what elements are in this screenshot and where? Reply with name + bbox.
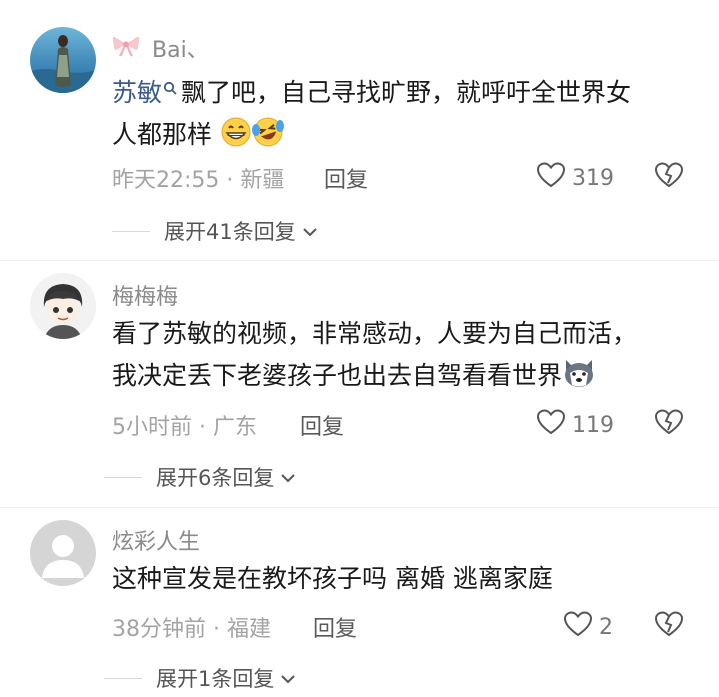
comment-2-time-location: 5小时前 · 广东: [112, 415, 257, 440]
comment-1-expand-replies[interactable]: 展开41条回复: [112, 216, 318, 246]
comment-2-reply-button[interactable]: 回复: [300, 409, 344, 441]
comment-1-mention[interactable]: 苏敏: [112, 78, 162, 107]
comment-separator: [0, 260, 719, 261]
comment-1-like-count: 319: [572, 165, 614, 191]
comment-2-like-count: 119: [572, 412, 614, 438]
grin-emoji: [220, 116, 252, 161]
heart-icon: [536, 161, 566, 195]
comment-3-like-button[interactable]: 2: [563, 610, 613, 644]
expand-divider-line: [112, 230, 150, 232]
comment-2-text-line1: 看了苏敏的视频，非常感动，人要为自己而活，: [112, 319, 638, 348]
comment-separator: [0, 507, 719, 508]
comment-1-text-line2: 人都那样: [112, 120, 213, 149]
comment-1-dislike-button[interactable]: [654, 161, 684, 193]
comment-3-dislike-button[interactable]: [654, 610, 684, 642]
comment-1-username[interactable]: Bai、: [152, 32, 209, 64]
comment-3-time-location: 38分钟前 · 福建: [112, 617, 271, 642]
chevron-down-icon: [280, 465, 296, 489]
comment-1-text-line1: 飘了吧，自己寻找旷野，就呼吁全世界女: [181, 78, 632, 107]
comment-3-expand-label: 展开1条回复: [156, 667, 275, 691]
comment-1-expand-label: 展开41条回复: [164, 220, 296, 244]
comment-3-text-line1: 这种宣发是在教坏孩子吗 离婚 逃离家庭: [112, 564, 553, 593]
broken-heart-icon: [654, 162, 684, 193]
heart-icon: [563, 610, 593, 644]
laughing-tears-emoji: [251, 116, 284, 161]
comment-3-like-count: 2: [599, 614, 613, 640]
comment-2-expand-replies[interactable]: 展开6条回复: [104, 462, 296, 492]
comment-1-avatar[interactable]: [30, 27, 96, 93]
comment-1-time-location: 昨天22:55 · 新疆: [112, 168, 285, 193]
broken-heart-icon: [654, 409, 684, 440]
comment-3-text: 这种宣发是在教坏孩子吗 离婚 逃离家庭: [112, 558, 553, 600]
chevron-down-icon: [280, 666, 296, 690]
husky-emoji: [562, 357, 596, 402]
bow-icon: [112, 35, 140, 61]
comment-1-reply-button[interactable]: 回复: [324, 162, 368, 194]
comment-2-expand-label: 展开6条回复: [156, 466, 275, 490]
comment-3-reply-button[interactable]: 回复: [313, 611, 357, 643]
chevron-down-icon: [302, 219, 318, 243]
comment-3-username[interactable]: 炫彩人生: [112, 524, 200, 556]
broken-heart-icon: [654, 611, 684, 642]
comment-2-avatar[interactable]: [30, 273, 96, 339]
comment-3-expand-replies[interactable]: 展开1条回复: [104, 663, 296, 693]
comment-1-name-row: Bai、: [112, 32, 209, 64]
comment-1-text: 苏敏 飘了吧，自己寻找旷野，就呼吁全世界女 人都那样: [112, 66, 631, 161]
expand-divider-line: [104, 677, 142, 679]
comment-2-username[interactable]: 梅梅梅: [112, 279, 178, 311]
comment-2-text-line2: 我决定丢下老婆孩子也出去自驾看看世界: [112, 361, 563, 390]
comment-3-avatar[interactable]: [30, 520, 96, 586]
comment-1-like-button[interactable]: 319: [536, 161, 614, 195]
comment-2-like-button[interactable]: 119: [536, 408, 614, 442]
comment-2-dislike-button[interactable]: [654, 408, 684, 440]
heart-icon: [536, 408, 566, 442]
search-mention-icon: [163, 66, 177, 108]
comment-2-text: 看了苏敏的视频，非常感动，人要为自己而活， 我决定丢下老婆孩子也出去自驾看看世界: [112, 313, 637, 402]
expand-divider-line: [104, 476, 142, 478]
